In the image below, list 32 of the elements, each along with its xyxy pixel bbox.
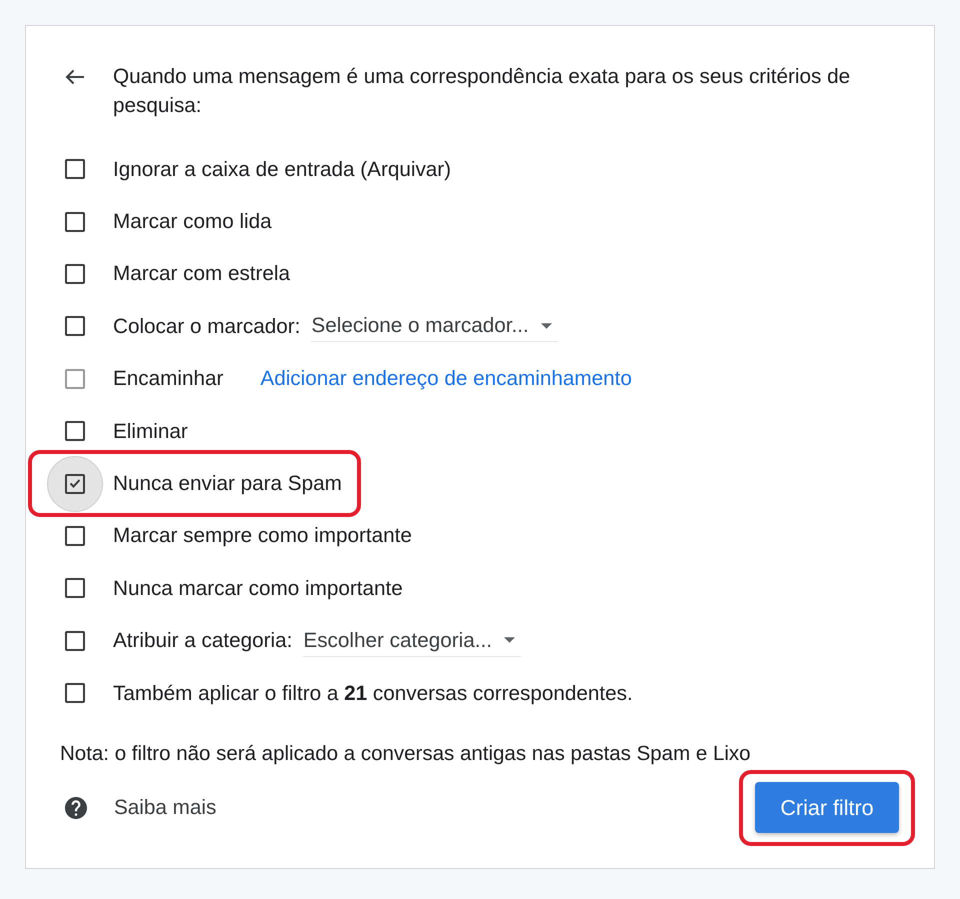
option-label: Eliminar	[113, 418, 188, 445]
learn-more-link[interactable]: Saiba mais	[114, 792, 216, 824]
option-label: Marcar sempre como importante	[113, 523, 412, 550]
option-label: Atribuir a categoria:	[113, 628, 292, 654]
option-label: Nunca marcar como importante	[113, 576, 403, 602]
checkbox[interactable]	[65, 316, 85, 336]
dropdown-select[interactable]: Escolher categoria...	[303, 624, 521, 657]
option-label: Marcar com estrela	[113, 261, 290, 288]
checkbox[interactable]	[65, 212, 85, 232]
checkbox[interactable]	[65, 474, 85, 494]
option-label: Nunca enviar para Spam	[113, 471, 342, 498]
checkbox[interactable]	[65, 159, 85, 180]
checkbox[interactable]	[65, 630, 85, 651]
option-label: Ignorar a caixa de entrada (Arquivar)	[113, 156, 452, 183]
back-arrow-icon[interactable]	[65, 69, 85, 85]
caret-icon	[540, 322, 552, 329]
option-label: Colocar o marcador:	[113, 314, 300, 340]
checkbox[interactable]	[65, 526, 85, 546]
dropdown-select[interactable]: Selecione o marcador...	[311, 310, 558, 342]
checkbox[interactable]	[65, 683, 85, 704]
option-label: Também aplicar o filtro a 21 conversas correspondentes.	[113, 680, 633, 707]
create-filter-button[interactable]: Criar filtro	[755, 782, 899, 834]
checkbox[interactable]	[65, 264, 85, 284]
help-icon[interactable]	[65, 796, 87, 819]
criteria-heading: Quando uma mensagem é uma correspondência exata para os seus critérios de pesquisa:	[113, 64, 852, 119]
checkbox[interactable]	[65, 421, 85, 442]
checkbox[interactable]	[65, 578, 85, 598]
option-label: Encaminhar	[113, 366, 224, 392]
checkmark-icon	[70, 479, 80, 488]
option-label: Marcar como lida	[113, 209, 272, 236]
note-text: Nota: o filtro não será aplicado a conversas antigas nas pastas Spam e Lixo	[60, 741, 751, 768]
caret-icon	[504, 637, 515, 644]
